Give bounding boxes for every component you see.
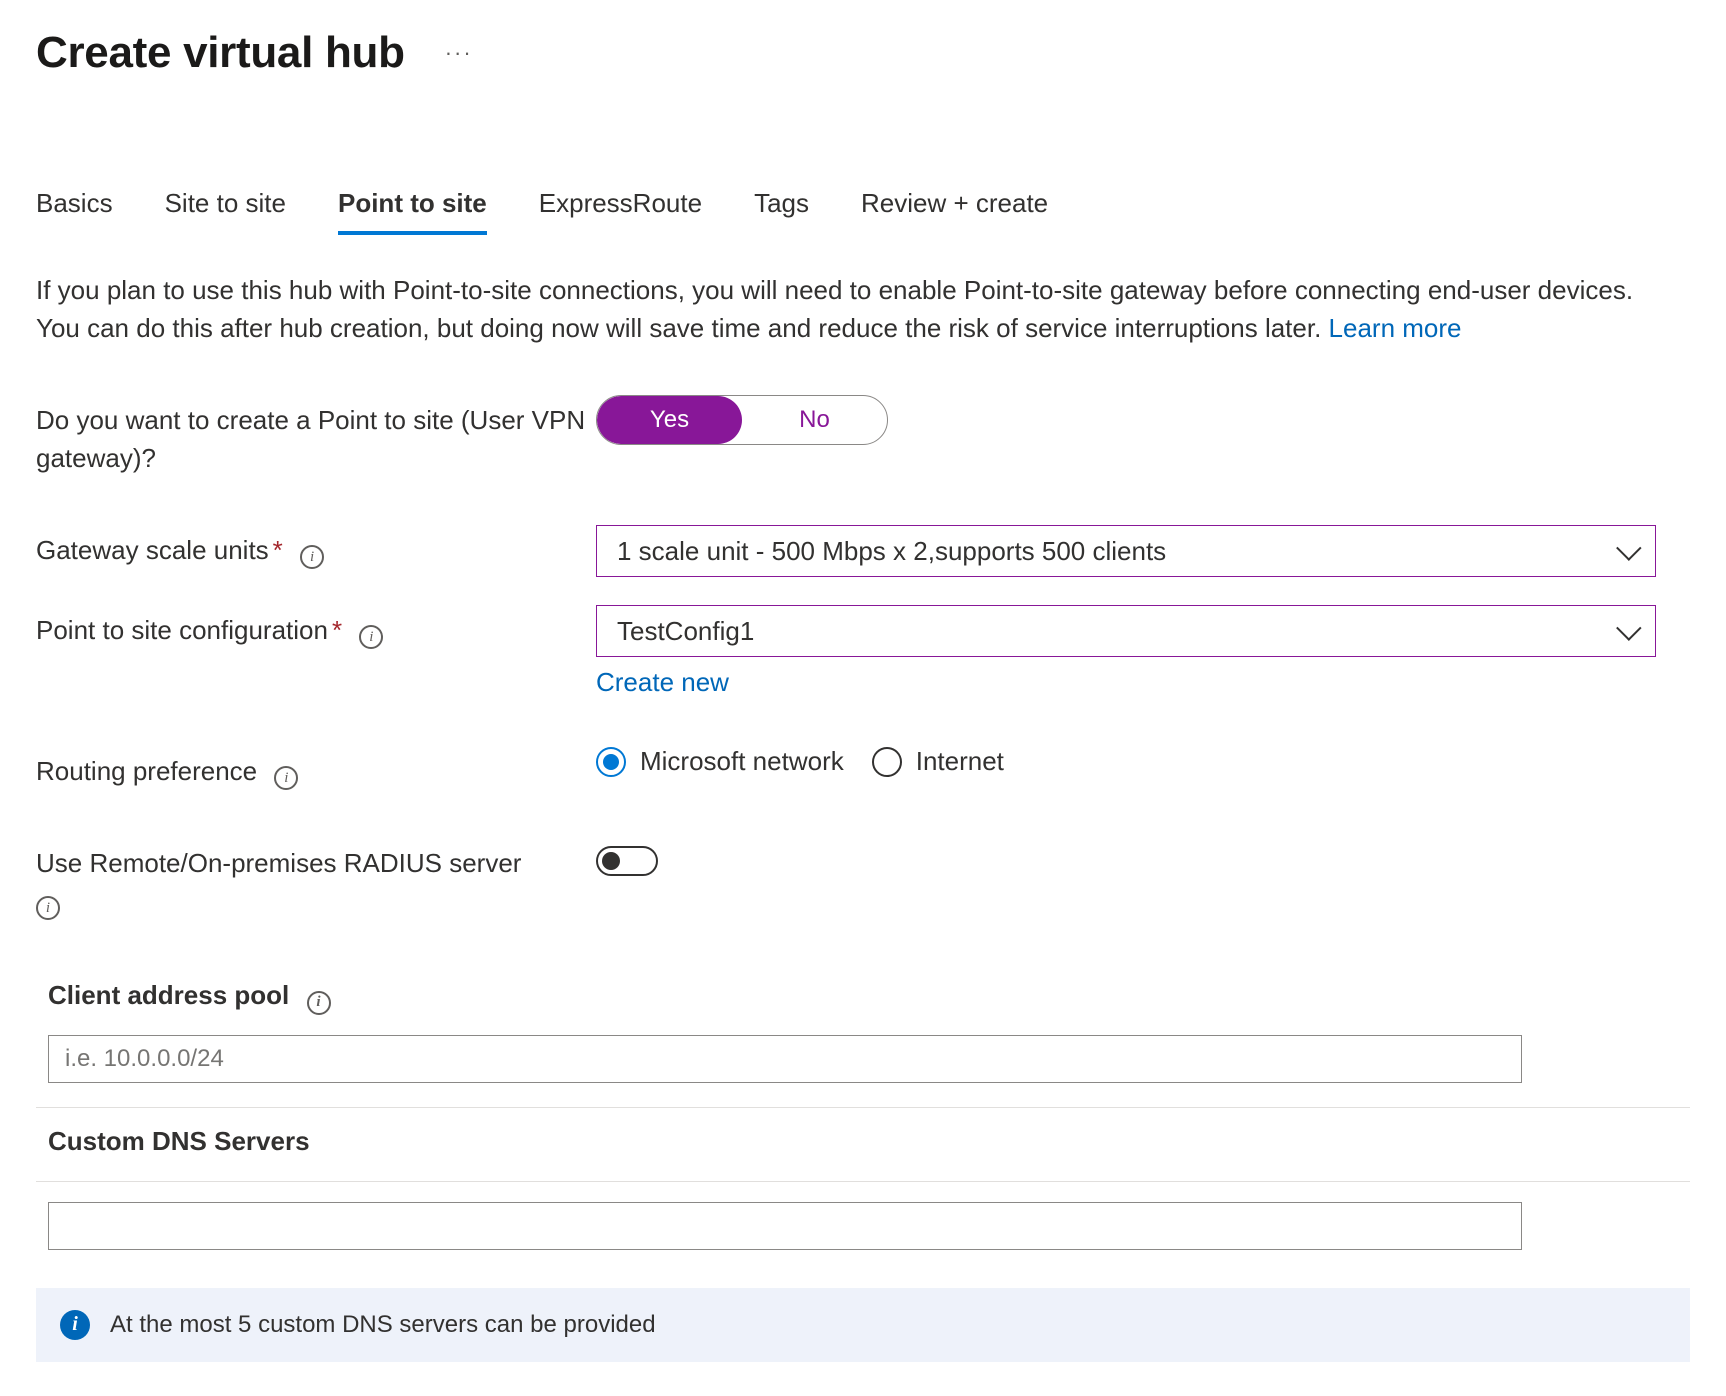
dns-info-text: At the most 5 custom DNS servers can be … xyxy=(110,1311,656,1339)
p2s-gateway-label: Do you want to create a Point to site (U… xyxy=(36,395,596,477)
remote-radius-switch[interactable] xyxy=(596,846,658,876)
dns-label: Custom DNS Servers xyxy=(48,1126,310,1156)
scale-units-value: 1 scale unit - 500 Mbps x 2,supports 500… xyxy=(617,536,1166,567)
tabs: Basics Site to site Point to site Expres… xyxy=(36,188,1690,235)
routing-pref-msn[interactable]: Microsoft network xyxy=(596,746,844,777)
switch-knob-icon xyxy=(602,852,620,870)
required-indicator: * xyxy=(332,615,342,645)
client-pool-input[interactable] xyxy=(48,1035,1522,1083)
scale-units-dropdown[interactable]: 1 scale unit - 500 Mbps x 2,supports 500… xyxy=(596,525,1656,577)
tab-review-create[interactable]: Review + create xyxy=(861,188,1048,235)
divider xyxy=(36,1107,1690,1108)
info-icon: i xyxy=(60,1310,90,1340)
tab-tags[interactable]: Tags xyxy=(754,188,809,235)
routing-pref-internet-label: Internet xyxy=(916,746,1004,777)
scale-units-label: Gateway scale units xyxy=(36,535,269,565)
routing-pref-radio-group: Microsoft network Internet xyxy=(596,746,1656,777)
client-pool-label: Client address pool xyxy=(48,980,289,1010)
dns-input[interactable] xyxy=(48,1202,1522,1250)
tab-site-to-site[interactable]: Site to site xyxy=(165,188,286,235)
p2s-config-dropdown[interactable]: TestConfig1 xyxy=(596,605,1656,657)
routing-pref-label: Routing preference xyxy=(36,756,257,786)
p2s-toggle-yes[interactable]: Yes xyxy=(597,396,742,444)
p2s-config-label: Point to site configuration xyxy=(36,615,328,645)
more-actions-icon[interactable]: ··· xyxy=(445,40,473,66)
p2s-gateway-toggle[interactable]: Yes No xyxy=(596,395,888,445)
info-icon[interactable]: i xyxy=(300,545,324,569)
tab-expressroute[interactable]: ExpressRoute xyxy=(539,188,702,235)
info-icon[interactable]: i xyxy=(307,991,331,1015)
chevron-down-icon xyxy=(1616,615,1641,640)
radio-unselected-icon xyxy=(872,747,902,777)
create-new-link[interactable]: Create new xyxy=(596,667,1656,698)
radio-selected-icon xyxy=(596,747,626,777)
info-icon[interactable]: i xyxy=(359,625,383,649)
p2s-config-value: TestConfig1 xyxy=(617,616,754,647)
remote-radius-label: Use Remote/On-premises RADIUS server xyxy=(36,848,521,878)
p2s-toggle-no[interactable]: No xyxy=(742,396,887,444)
chevron-down-icon xyxy=(1616,535,1641,560)
learn-more-link[interactable]: Learn more xyxy=(1329,313,1462,343)
page-title: Create virtual hub xyxy=(36,28,405,78)
dns-info-banner: i At the most 5 custom DNS servers can b… xyxy=(36,1288,1690,1362)
tab-basics[interactable]: Basics xyxy=(36,188,113,235)
tab-point-to-site[interactable]: Point to site xyxy=(338,188,487,235)
info-icon[interactable]: i xyxy=(36,896,60,920)
required-indicator: * xyxy=(273,535,283,565)
divider xyxy=(36,1181,1690,1182)
description-text: If you plan to use this hub with Point-t… xyxy=(36,271,1656,347)
routing-pref-msn-label: Microsoft network xyxy=(640,746,844,777)
info-icon[interactable]: i xyxy=(274,766,298,790)
routing-pref-internet[interactable]: Internet xyxy=(872,746,1004,777)
